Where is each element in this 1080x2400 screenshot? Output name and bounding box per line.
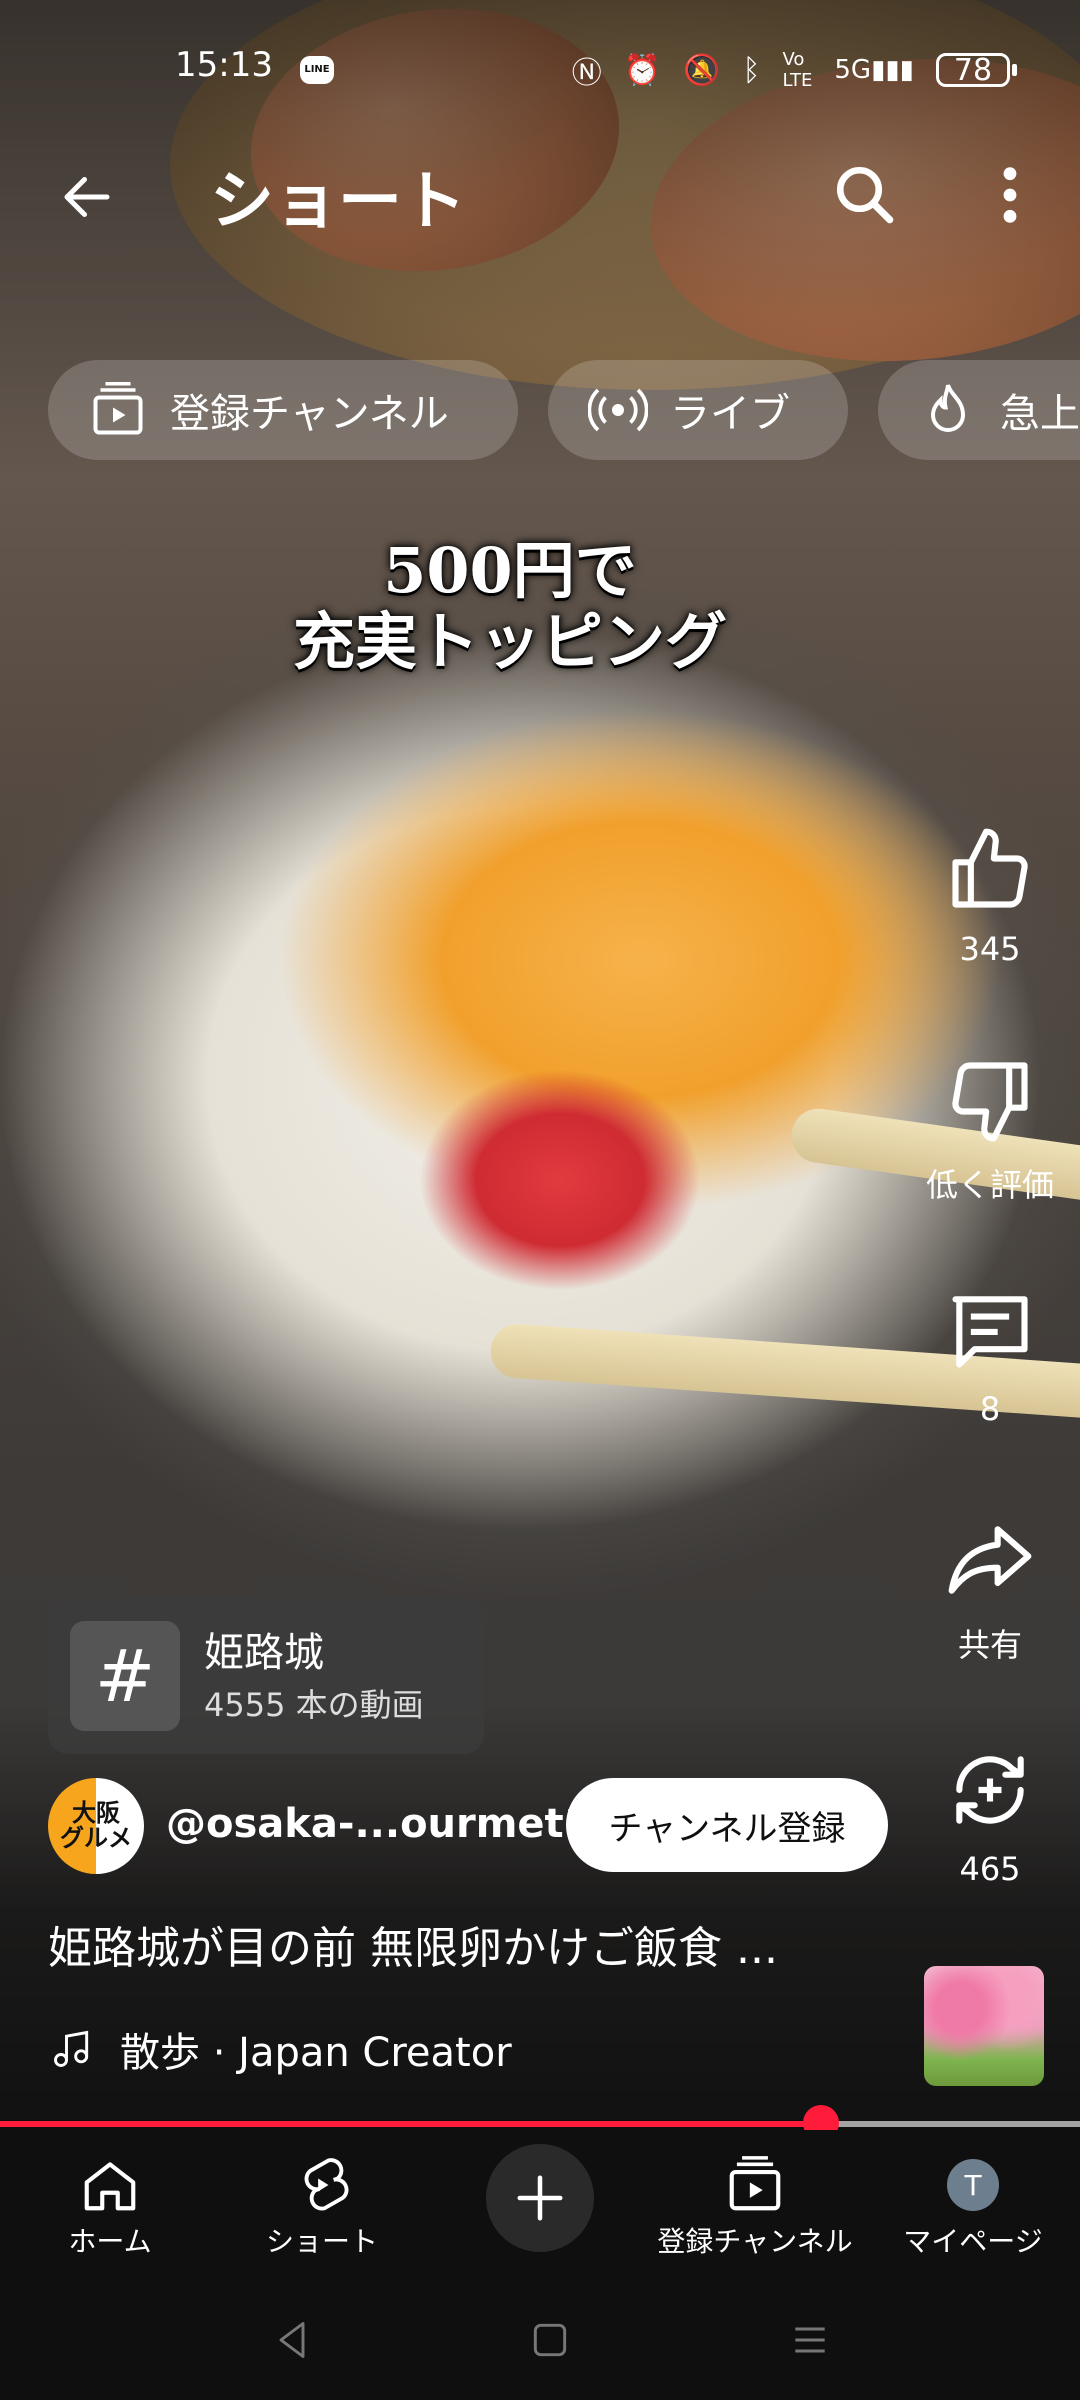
system-recents-button[interactable] (780, 2310, 840, 2370)
status-icons: Ⓝ ⏰ 🔕 ᛒ Vo LTE 5G▮▮▮ 78 (571, 48, 1017, 92)
avatar-initial: T (947, 2159, 999, 2211)
share-icon (940, 1510, 1040, 1610)
remix-button[interactable]: 465 (900, 1740, 1080, 1888)
hashtag-title: 姫路城 (204, 1630, 324, 1676)
system-navigation (0, 2280, 1080, 2400)
nav-shorts[interactable]: ショート (222, 2150, 422, 2260)
nav-label: マイページ (903, 2225, 1043, 2258)
thumbs-up-icon (940, 820, 1040, 920)
shorts-icon (222, 2150, 422, 2220)
status-time: 15:13 (175, 45, 273, 85)
chip-live[interactable]: ライブ (548, 360, 848, 460)
system-home-button[interactable] (520, 2310, 580, 2370)
create-button[interactable] (486, 2144, 594, 2252)
channel-handle[interactable]: @osaka-...ourmet1 (166, 1801, 592, 1847)
progress-fill (0, 2121, 821, 2127)
remix-icon (940, 1740, 1040, 1840)
battery-icon: 78 (936, 52, 1017, 88)
bluetooth-icon: ᛒ (742, 52, 761, 88)
plus-icon (517, 2175, 563, 2221)
battery-level: 78 (953, 52, 993, 88)
more-vert-icon (1003, 167, 1017, 223)
hashtag-video-count: 4555 本の動画 (204, 1686, 424, 1724)
subscriptions-icon (655, 2150, 855, 2220)
nav-you[interactable]: T マイページ (873, 2150, 1073, 2260)
playback-progress[interactable] (0, 2105, 1080, 2141)
menu-lines-icon (795, 2327, 825, 2353)
live-icon (588, 380, 648, 440)
more-options-button[interactable] (990, 160, 1030, 230)
subscribe-button[interactable]: チャンネル登録 (566, 1778, 888, 1872)
volte-icon: Vo LTE (782, 49, 813, 91)
nav-subscriptions[interactable]: 登録チャンネル (655, 2150, 855, 2260)
back-arrow-icon (64, 177, 110, 217)
video-title[interactable]: 姫路城が目の前 無限卵かけご飯食 ... (48, 1912, 778, 1976)
like-button[interactable]: 345 (900, 820, 1080, 968)
account-avatar: T (873, 2150, 1073, 2220)
dislike-label: 低く評価 (925, 1166, 1054, 1204)
chip-label: 急上 (1000, 391, 1080, 437)
nav-home[interactable]: ホーム (10, 2150, 210, 2260)
dislike-button[interactable]: 低く評価 (900, 1050, 1080, 1206)
comment-button[interactable]: 8 (900, 1280, 1080, 1428)
music-row[interactable]: 散歩 · Japan Creator (48, 2020, 512, 2078)
trending-icon (918, 380, 978, 440)
back-button[interactable] (52, 162, 122, 232)
hashtag-card[interactable]: # 姫路城 4555 本の動画 (48, 1598, 484, 1754)
share-label: 共有 (957, 1626, 1022, 1664)
remix-count: 465 (959, 1850, 1021, 1888)
comment-icon (940, 1280, 1040, 1380)
alarm-icon: ⏰ (623, 52, 662, 88)
triangle-back-icon (279, 2322, 305, 2358)
chip-label: ライブ (670, 391, 790, 437)
nav-label: 登録チャンネル (657, 2225, 853, 2258)
search-button[interactable] (830, 160, 900, 230)
like-count: 345 (959, 930, 1021, 968)
chip-trending[interactable]: 急上 (878, 360, 1080, 460)
caption-line-2: 充実トッピング (292, 605, 727, 679)
chip-subscriptions[interactable]: 登録チャンネル (48, 360, 518, 460)
nfc-icon: Ⓝ (571, 56, 602, 91)
video-caption-overlay: 500円で 充実トッピング (200, 535, 820, 678)
music-note-icon (48, 2025, 96, 2073)
chip-label: 登録チャンネル (170, 391, 449, 437)
share-button[interactable]: 共有 (900, 1510, 1080, 1666)
status-bar: 15:13 LINE Ⓝ ⏰ 🔕 ᛒ Vo LTE 5G▮▮▮ 78 (0, 0, 1080, 140)
music-text: 散歩 · Japan Creator (120, 2030, 512, 2076)
comment-count: 8 (979, 1390, 1001, 1428)
hashtag-icon: # (70, 1621, 180, 1731)
channel-avatar[interactable]: 大阪 グルメ (48, 1778, 144, 1874)
subscriptions-icon (88, 380, 148, 440)
search-icon (836, 166, 894, 224)
filter-chips: 登録チャンネル ライブ 急上 (48, 360, 1080, 460)
page-title: ショート (210, 165, 466, 239)
avatar-text-1: 大阪 (72, 1798, 120, 1827)
thumbs-down-icon (940, 1050, 1040, 1150)
music-thumbnail[interactable] (924, 1966, 1044, 2086)
nav-label: ホーム (68, 2225, 152, 2258)
square-home-icon (533, 2323, 567, 2357)
caption-line-1: 500円で (383, 534, 637, 607)
mute-icon: 🔕 (683, 52, 721, 88)
signal-icon: 5G▮▮▮ (834, 55, 914, 85)
line-notification-icon: LINE (300, 56, 334, 84)
avatar-text-2: グルメ (60, 1824, 132, 1852)
home-icon (10, 2150, 210, 2220)
nav-label: ショート (265, 2225, 378, 2258)
system-back-button[interactable] (262, 2310, 322, 2370)
